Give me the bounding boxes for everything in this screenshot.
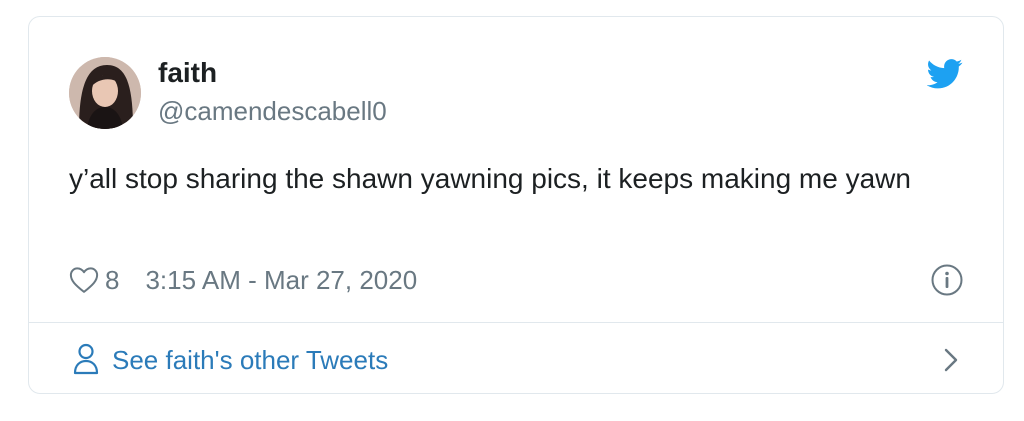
avatar[interactable] (69, 57, 141, 129)
person-icon (73, 343, 99, 375)
author-handle[interactable]: @camendescabell0 (158, 95, 387, 127)
chevron-right-icon (944, 348, 958, 372)
avatar-image (69, 57, 141, 129)
like-button[interactable]: 8 (69, 265, 119, 296)
heart-outline-icon (69, 267, 99, 293)
author-display-name[interactable]: faith (158, 56, 217, 90)
twitter-bird-icon[interactable] (926, 59, 963, 89)
info-circle-icon[interactable] (931, 264, 963, 296)
tweet-meta: 8 3:15 AM - Mar 27, 2020 (69, 263, 417, 297)
tweet-text: y’all stop sharing the shawn yawning pic… (69, 163, 911, 194)
see-other-tweets-link[interactable]: See faith's other Tweets (29, 323, 1003, 393)
embedded-tweet-card: faith @camendescabell0 y’all stop sharin… (28, 16, 1004, 394)
see-other-tweets-label: See faith's other Tweets (112, 345, 389, 375)
tweet-timestamp[interactable]: 3:15 AM - Mar 27, 2020 (145, 265, 417, 296)
like-count: 8 (105, 264, 120, 295)
